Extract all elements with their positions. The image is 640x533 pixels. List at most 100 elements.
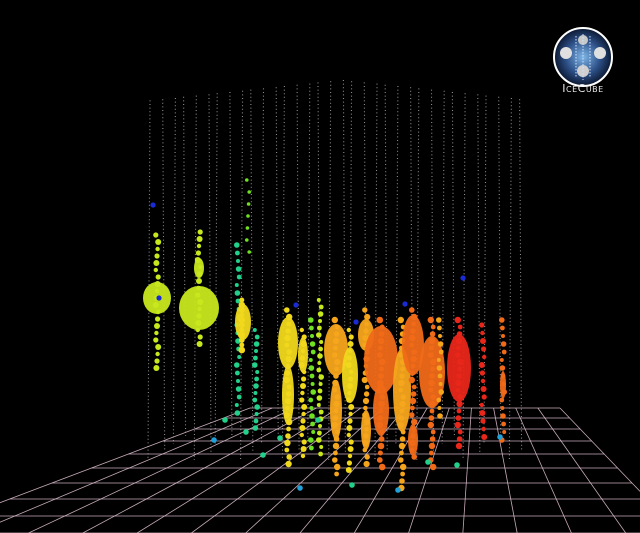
hit-dot [310,349,316,355]
hit-dot [500,406,505,410]
hit-dot [285,433,291,439]
grid-line [559,407,640,492]
hit-dot [299,397,305,403]
hit-dot [309,413,315,419]
hit-dot [297,485,303,491]
hit-dot [348,404,355,410]
hit-dot [400,471,405,477]
hit-dot [253,391,258,395]
hit-dot [347,418,353,424]
hit-dot [246,202,251,206]
hit-dot [308,365,315,371]
hit-dot [153,365,160,371]
grid-line [462,407,472,533]
hit-dot [429,450,434,456]
hit-dot [480,338,486,344]
hit-dot [238,346,246,354]
hit-dot [234,403,239,407]
sensor-string [193,95,197,461]
hit-dot [153,337,159,343]
hit-dot [254,404,260,410]
hit-dot [363,391,370,397]
hit-dot [309,406,314,410]
hit-dot [427,316,434,324]
hit-dot [318,424,322,428]
sensor-string [162,99,166,453]
hit-dot [402,301,408,307]
hit-dot [502,430,507,434]
hit-dot [153,260,160,266]
sensor-string [416,88,420,461]
grid-line [0,407,251,504]
hit-dot [253,341,260,347]
hit-blob [282,365,294,425]
hit-dot [236,394,242,400]
sensor-string [172,97,176,445]
hit-blob [235,304,251,340]
hit-dot [316,403,321,407]
hit-dot [234,283,239,287]
hit-blob [447,334,471,402]
hit-dot [347,341,354,347]
hit-dot [436,358,441,362]
hit-dot [455,442,463,450]
hit-dot [316,437,322,443]
hit-dot [481,394,487,400]
hit-dot [399,478,405,484]
hit-dot [318,409,324,415]
hit-dot [309,341,316,347]
hit-dot [438,389,445,395]
hit-dot [456,408,462,414]
hit-dot [319,340,324,344]
hit-blob [364,326,398,394]
hit-dot [286,426,291,432]
hit-dot [438,334,442,338]
hit-dot [353,319,359,325]
hit-dot [252,397,258,403]
hit-dot [318,382,323,386]
hit-dot [155,239,162,245]
hit-dot [308,397,314,403]
hit-dot [310,382,315,386]
hit-blob [361,410,371,450]
hit-dot [455,415,462,421]
hit-dot [348,334,354,340]
hit-dot [410,391,417,397]
hit-dot [377,450,383,456]
hit-dot [309,445,314,451]
hit-dot [400,463,407,471]
hit-dot [331,316,338,324]
hit-dot [235,266,242,272]
hit-dot [318,346,323,352]
hit-dot [300,383,306,389]
hit-dot [316,395,323,401]
hit-dot [346,432,351,438]
hit-dot [334,463,341,471]
hit-dot [235,370,240,376]
sensor-string [519,99,523,453]
hit-dot [154,358,160,364]
hit-dot [428,415,435,421]
hit-dot [397,316,404,324]
sensor-string [508,97,512,461]
hit-dot [308,437,314,443]
hit-dot [254,349,258,353]
hit-dot [377,442,385,450]
hit-dot [317,353,323,359]
hit-dot [154,330,159,336]
hit-dot [348,439,354,445]
hit-dot [501,421,506,427]
hit-dot [300,453,306,459]
hit-dot [479,370,485,376]
hit-dot [430,429,436,435]
hit-dot [460,275,466,281]
hit-dot [317,311,324,317]
hit-dot [310,389,317,395]
hit-dot [300,446,307,452]
hit-dot [234,410,241,416]
hit-dot [428,442,436,450]
hit-dot [236,379,240,383]
hit-dot [364,384,370,390]
hit-dot [427,421,434,429]
hit-dot [430,324,436,330]
